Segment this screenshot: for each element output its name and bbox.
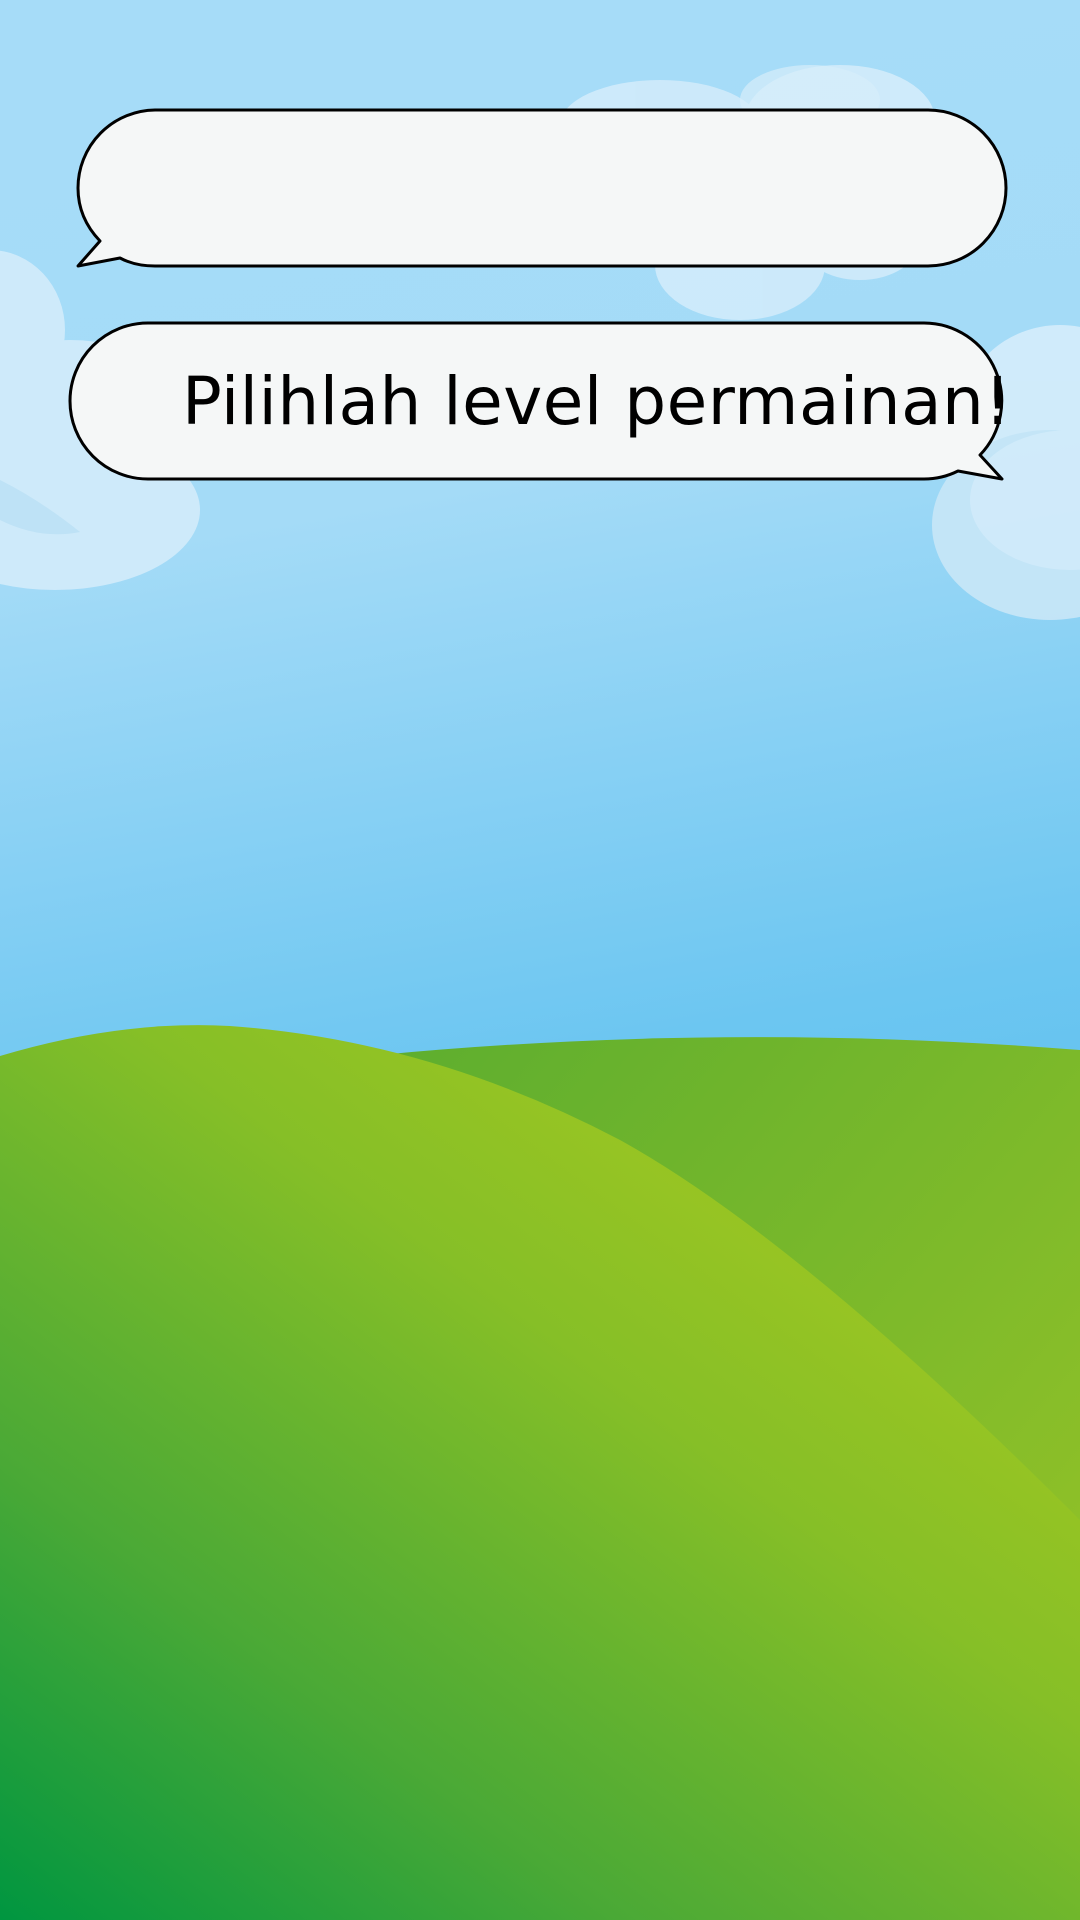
game-screen: Pilihlah level permainan! [0,0,1080,1920]
background-scene [0,0,1080,1920]
dialog-instruction-text: Pilihlah level permainan! [182,363,1012,440]
dialog-top-text [150,140,930,240]
